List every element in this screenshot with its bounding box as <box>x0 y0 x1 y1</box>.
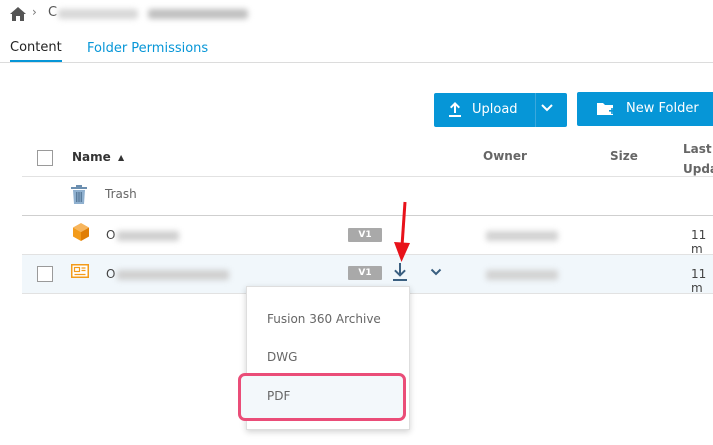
breadcrumb-item-current-redacted <box>148 9 248 19</box>
header-divider <box>22 176 713 177</box>
select-all-checkbox[interactable] <box>37 150 53 166</box>
row-divider <box>22 215 713 216</box>
column-header-owner[interactable]: Owner <box>483 149 527 163</box>
tabs-divider <box>0 62 713 63</box>
upload-button-label: Upload <box>472 102 518 117</box>
home-icon[interactable] <box>10 7 26 21</box>
table-row-name-trash[interactable]: Trash <box>105 187 137 201</box>
new-folder-button-label: New Folder <box>626 101 699 116</box>
redacted-name <box>117 270 229 280</box>
version-badge[interactable]: V1 <box>348 266 382 280</box>
sort-ascending-icon: ▲ <box>118 153 125 162</box>
table-row-name[interactable]: O <box>106 228 115 242</box>
upload-button[interactable]: Upload <box>434 93 567 127</box>
new-folder-icon <box>597 103 615 115</box>
chevron-down-icon[interactable] <box>540 103 554 113</box>
column-header-size[interactable]: Size <box>610 149 638 163</box>
last-updated-value: 11 m <box>691 228 707 256</box>
drawing-file-icon <box>71 264 89 278</box>
row-checkbox[interactable] <box>37 266 53 282</box>
tab-folder-permissions[interactable]: Folder Permissions <box>87 41 208 56</box>
breadcrumb-item-project[interactable]: C <box>48 5 57 20</box>
new-folder-button[interactable]: New Folder <box>577 92 713 126</box>
column-header-last-updated-line1: Last <box>683 142 712 156</box>
column-header-name[interactable]: Name <box>72 150 111 164</box>
redacted-owner <box>486 231 558 241</box>
upload-split-divider <box>535 93 536 127</box>
pdf-highlight-box <box>238 373 406 421</box>
download-icon[interactable] <box>392 263 408 281</box>
table-row-name[interactable]: O <box>106 267 115 281</box>
menu-item-dwg[interactable]: DWG <box>267 350 297 364</box>
annotation-arrow-icon <box>394 201 410 262</box>
upload-icon <box>449 102 461 117</box>
fusion-design-icon <box>73 223 89 241</box>
menu-item-fusion-360-archive[interactable]: Fusion 360 Archive <box>267 312 381 326</box>
column-header-last-updated[interactable]: Last Upda <box>683 139 713 179</box>
chevron-down-icon[interactable] <box>430 268 442 276</box>
redacted-owner <box>486 270 558 280</box>
breadcrumb-item-redacted[interactable] <box>58 9 138 19</box>
breadcrumb-separator: › <box>32 5 37 19</box>
trash-icon <box>71 185 87 204</box>
active-tab-indicator <box>10 60 62 62</box>
version-badge[interactable]: V1 <box>348 228 382 242</box>
menu-item-pdf[interactable]: PDF <box>267 389 290 403</box>
redacted-name <box>117 231 179 241</box>
last-updated-value: 11 m <box>691 267 707 295</box>
tab-content[interactable]: Content <box>10 40 62 55</box>
